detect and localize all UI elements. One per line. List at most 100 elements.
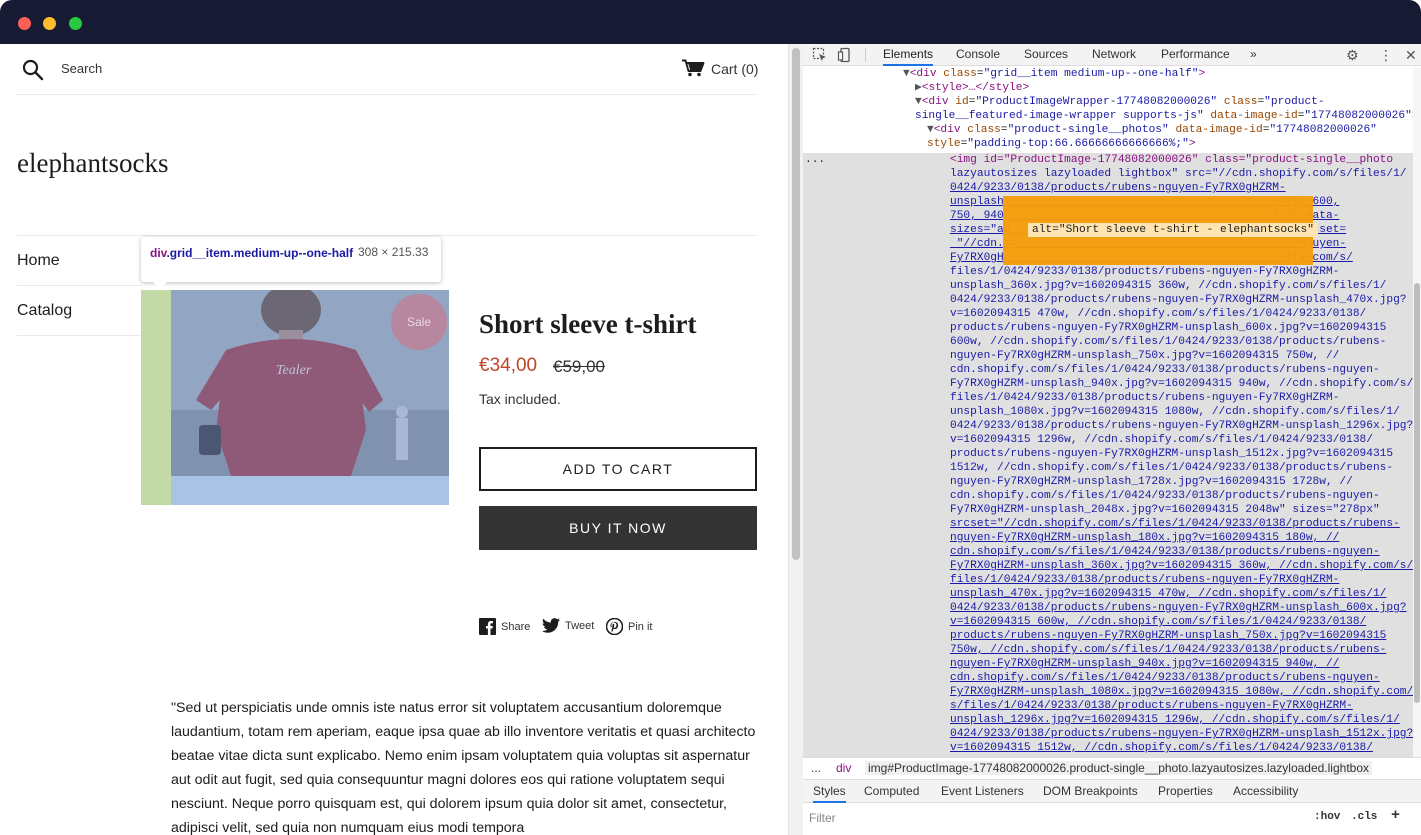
dom-code-line: unsplash_470x.jpg?v=1602094315 470w, //c… [950,588,1387,600]
shop-page: Search Cart (0) elephantsocks Home Catal… [0,44,788,835]
node-options-dots[interactable]: ... [805,153,825,167]
tab-performance[interactable]: Performance [1161,44,1230,66]
dom-code-line: 0424/9233/0138/products/rubens-nguyen-Fy… [950,182,1286,194]
inspect-element-icon[interactable] [812,47,828,63]
subtab-accessibility[interactable]: Accessibility [1233,784,1298,798]
dom-node-photos[interactable]: ▼<div class="product-single__photos" dat… [927,123,1377,137]
cart-link[interactable]: Cart (0) [711,61,758,77]
dom-code-line: cdn.shopify.com/s/files/1/0424/9233/0138… [950,672,1380,684]
dom-code-line: products/rubens-nguyen-Fy7RX0gHZRM-unspl… [950,322,1387,334]
breadcrumb-ellipsis[interactable]: ... [811,761,821,775]
buy-it-now-button[interactable]: BUY IT NOW [479,506,757,550]
devtools-toolbar: Elements Console Sources Network Perform… [803,44,1421,66]
subtab-event-listeners[interactable]: Event Listeners [941,784,1024,798]
toolbar-separator [865,48,866,62]
dom-code-line: v=1602094315 470w, //cdn.shopify.com/s/f… [950,308,1367,320]
tab-network[interactable]: Network [1092,44,1136,66]
dom-code-line: 0424/9233/0138/products/rubens-nguyen-Fy… [950,728,1413,740]
dom-code-line: <img id="ProductImage-17748082000026" cl… [950,154,1394,166]
nav-item-catalog[interactable]: Catalog [17,302,72,320]
tab-sources[interactable]: Sources [1024,44,1068,66]
share-facebook-link[interactable]: Share [479,618,530,635]
share-twitter-link[interactable]: Tweet [542,618,594,633]
dom-code-line: Fy7RX0gHZRM-unsplash_1080x.jpg?v=1602094… [950,686,1413,698]
dom-code-line: cdn.shopify.com/s/files/1/0424/9233/0138… [950,546,1380,558]
dom-node-image-wrapper-cont: single__featured-image-wrapper supports-… [915,110,1413,122]
new-style-rule-button[interactable]: + [1391,807,1400,824]
dom-tree-scrollbar-thumb[interactable] [1414,283,1420,703]
dom-code-line: nguyen-Fy7RX0gHZRM-unsplash_1728x.jpg?v=… [950,476,1353,488]
dom-breadcrumb: ... div img#ProductImage-17748082000026.… [803,757,1421,779]
more-options-icon[interactable]: ⋮ [1379,47,1393,64]
dom-code-line: unsplash_1296x.jpg?v=1602094315 1296w, /… [950,714,1400,726]
dom-code-line: s/files/1/0424/9233/0138/products/rubens… [950,700,1353,712]
breadcrumb-div[interactable]: div [836,761,851,775]
device-toolbar-icon[interactable] [837,47,853,63]
add-to-cart-button[interactable]: ADD TO CART [479,447,757,491]
tax-note: Tax included. [479,391,561,407]
dom-tree-scrollbar[interactable] [1413,67,1421,757]
maximize-window-button[interactable] [69,17,82,30]
class-toggle[interactable]: .cls [1351,811,1377,823]
dom-code-line: 600w, //cdn.shopify.com/s/files/1/0424/9… [950,336,1387,348]
tab-console[interactable]: Console [956,44,1000,66]
search-link[interactable]: Search [61,61,102,76]
shop-logo-text[interactable]: elephantsocks [17,148,168,179]
dom-code-line: files/1/0424/9233/0138/products/rubens-n… [950,266,1340,278]
dom-code-line: cdn.shopify.com/s/files/1/0424/9233/0138… [950,490,1380,502]
elements-dom-tree: ▼<div class="grid__item medium-up--one-h… [803,67,1413,757]
more-tabs-button[interactable]: » [1250,44,1257,66]
close-window-button[interactable] [18,17,31,30]
twitter-icon [542,618,560,633]
dom-code-line: Fy7RX0gHZRM-unsplash_360x.jpg?v=16020943… [950,560,1413,572]
dom-node-image-wrapper[interactable]: ▼<div id="ProductImageWrapper-1774808200… [915,95,1325,109]
sale-price: €34,00 [479,355,538,376]
devtools-panel: Elements Console Sources Network Perform… [803,44,1421,835]
tooltip-element-selector: div.grid__item.medium-up--one-half [150,246,354,260]
window-titlebar [0,0,1421,44]
dom-code-line: 0424/9233/0138/products/rubens-nguyen-Fy… [950,294,1407,306]
pinterest-icon [606,618,623,635]
subtab-dom-breakpoints[interactable]: DOM Breakpoints [1043,784,1138,798]
dom-code-line: nguyen-Fy7RX0gHZRM-unsplash_180x.jpg?v=1… [950,532,1340,544]
nav-divider [17,285,142,286]
share-label: Share [501,620,531,633]
header-divider [17,94,757,95]
search-icon[interactable] [22,59,44,81]
hover-state-toggle[interactable]: :hov [1314,811,1340,823]
breadcrumb-img[interactable]: img#ProductImage-17748082000026.product-… [865,761,1373,775]
dom-code-line: nguyen-Fy7RX0gHZRM-unsplash_940x.jpg?v=1… [950,658,1340,670]
dom-node-grid-item[interactable]: ▼<div class="grid__item medium-up--one-h… [903,67,1205,81]
nav-item-home[interactable]: Home [17,252,60,270]
dom-code-line: products/rubens-nguyen-Fy7RX0gHZRM-unspl… [950,448,1394,460]
page-scrollbar-thumb[interactable] [792,48,800,560]
close-devtools-icon[interactable]: ✕ [1405,47,1417,64]
dom-code-line: files/1/0424/9233/0138/products/rubens-n… [950,574,1340,586]
subtab-properties[interactable]: Properties [1158,784,1213,798]
inspector-padding-highlight [141,290,171,505]
page-scrollbar[interactable] [788,44,803,835]
dom-code-line: unsplash_360x.jpg?v=1602094315 360w, //c… [950,280,1387,292]
minimize-window-button[interactable] [43,17,56,30]
cart-icon[interactable] [681,59,705,77]
product-title: Short sleeve t-shirt [479,309,697,339]
dom-code-line: v=1602094315 1296w, //cdn.shopify.com/s/… [950,434,1373,446]
pin-label: Pin it [628,620,653,633]
compare-at-price: €59,00 [553,357,605,376]
settings-gear-icon[interactable]: ⚙ [1346,47,1359,64]
dom-node-style[interactable]: ▶<style>…</style> [915,81,1029,95]
product-description: "Sed ut perspiciatis unde omnis iste nat… [171,700,756,835]
styles-subtabs: Styles Computed Event Listeners DOM Brea… [803,779,1421,803]
share-pinterest-link[interactable]: Pin it [606,618,652,635]
alt-attribute-text: alt="Short sleeve t-shirt - elephantsock… [1028,223,1318,237]
dom-node-photos-cont: style="padding-top:66.66666666666666%;"> [927,138,1196,150]
facebook-icon [479,618,496,635]
dom-code-line: v=1602094315 1512w, //cdn.shopify.com/s/… [950,742,1373,754]
subtab-styles[interactable]: Styles [813,784,846,803]
styles-filter-bar: Filter :hov .cls + [803,804,1421,832]
dom-code-line: 0424/9233/0138/products/rubens-nguyen-Fy… [950,602,1407,614]
tweet-label: Tweet [565,619,595,632]
tab-elements[interactable]: Elements [883,44,934,66]
styles-filter-input[interactable]: Filter [809,811,836,825]
subtab-computed[interactable]: Computed [864,784,919,798]
